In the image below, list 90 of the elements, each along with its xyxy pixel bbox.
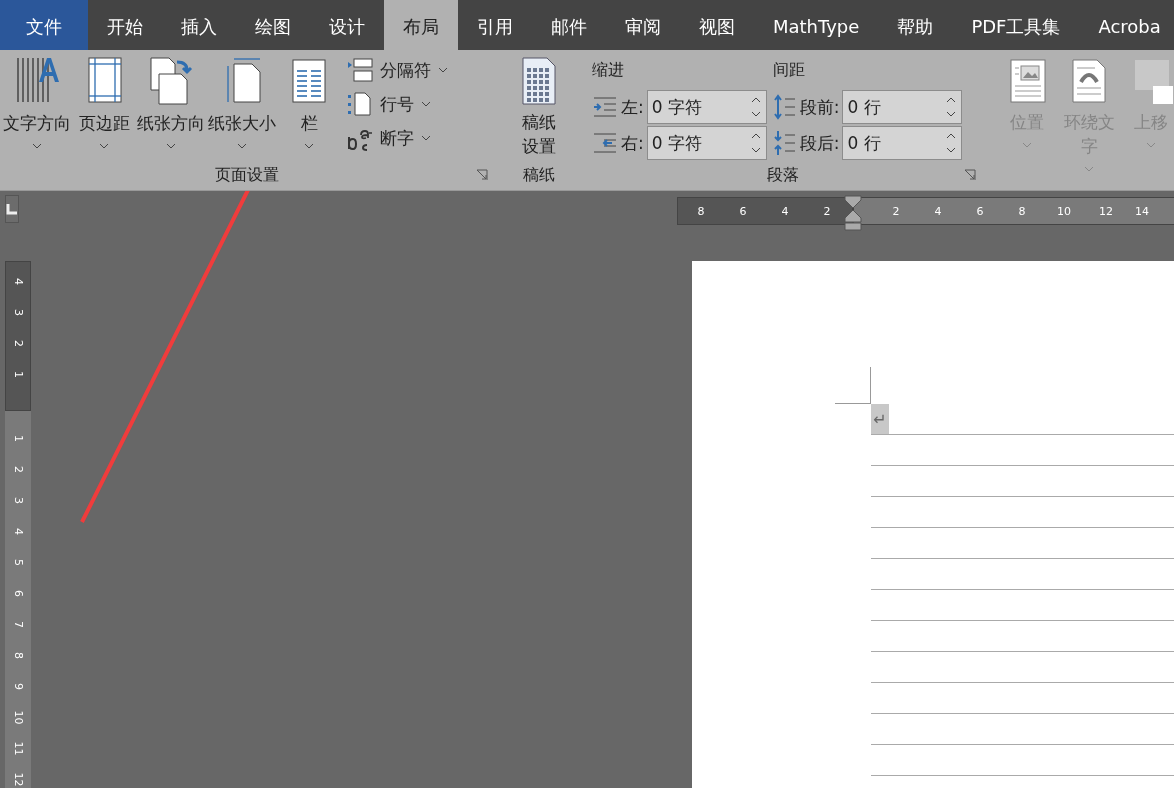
spin-field[interactable]: 0 行	[842, 126, 963, 160]
ruler-number: 11	[10, 741, 26, 756]
field-label: 段后:	[799, 131, 840, 155]
spinner-arrows-icon[interactable]	[749, 131, 762, 155]
group-label: 页面设置	[213, 164, 281, 186]
ruler-number: 6	[975, 204, 985, 218]
ribbon-tab[interactable]: Acroba	[1079, 0, 1174, 50]
ruler-number: 5	[10, 559, 26, 566]
ruler-number: 2	[10, 340, 26, 347]
ruler-number: 2	[891, 204, 901, 218]
ribbon-tab[interactable]: 绘图	[236, 0, 310, 50]
ribbon-tab[interactable]: 开始	[88, 0, 162, 50]
ruler-number: 3	[10, 309, 26, 316]
ruler-number: 6	[738, 204, 748, 218]
line-numbers-icon	[347, 91, 373, 117]
group-label: 段落	[765, 164, 801, 186]
spin-field[interactable]: 0 字符	[646, 126, 767, 160]
ruler-number: 4	[933, 204, 943, 218]
ribbon-tab[interactable]: 视图	[680, 0, 754, 50]
ruler-number: 1	[10, 435, 26, 442]
chevron-down-icon	[32, 143, 42, 149]
section-label: 间距	[772, 60, 806, 81]
ribbon-tab[interactable]: 插入	[162, 0, 236, 50]
chevron-down-icon	[304, 143, 314, 149]
ribbon-tab[interactable]: 布局	[384, 0, 458, 50]
field-label: 右:	[621, 131, 644, 155]
ribbon-tab[interactable]: MathType	[754, 0, 879, 50]
indent-right-icon	[592, 132, 618, 154]
section-label: 缩进	[592, 60, 625, 81]
tab-selector-button[interactable]	[5, 195, 19, 223]
ribbon-button[interactable]: 稿纸 设置	[506, 56, 572, 158]
ruler-number: 7	[10, 621, 26, 628]
ribbon-button[interactable]: 栏	[276, 56, 342, 149]
dialog-launcher-icon[interactable]	[476, 169, 488, 181]
grid-paper-icon	[519, 56, 559, 106]
dialog-launcher-icon[interactable]	[964, 169, 976, 181]
ruler-number: 8	[696, 204, 706, 218]
ribbon-button[interactable]: 断字	[347, 124, 448, 152]
ribbon-button[interactable]: 行号	[347, 90, 448, 118]
chevron-down-icon	[1084, 166, 1094, 172]
spinner-arrows-icon[interactable]	[945, 131, 958, 155]
ruler-number: 9	[10, 683, 26, 690]
ruler-number: 10	[1056, 204, 1072, 218]
ruler-number: 6	[10, 590, 26, 597]
ribbon-tab[interactable]: 帮助	[878, 0, 953, 50]
spin-field[interactable]: 0 行	[842, 90, 963, 124]
ribbon-tab[interactable]: 审阅	[606, 0, 680, 50]
ribbon-button[interactable]: 页边距	[71, 56, 137, 149]
ruler-number: 8	[1017, 204, 1027, 218]
chevron-down-icon	[421, 101, 431, 107]
ribbon-tab[interactable]: 邮件	[532, 0, 606, 50]
indent-left-icon	[592, 96, 618, 118]
chevron-down-icon	[1022, 142, 1032, 148]
chevron-down-icon	[99, 143, 109, 149]
ruler-number: 12	[1098, 204, 1114, 218]
spin-field[interactable]: 0 字符	[646, 90, 767, 124]
indent-marker[interactable]	[844, 195, 862, 231]
field-label: 左:	[621, 95, 644, 119]
left-tab-icon	[6, 203, 18, 215]
ribbon-button[interactable]: 纸张大小	[205, 56, 279, 149]
ribbon-tab[interactable]: PDF工具集	[952, 0, 1080, 50]
ribbon-tab[interactable]: 引用	[458, 0, 532, 50]
ruler-number: 3	[10, 497, 26, 504]
ruler-number: 14	[1134, 204, 1150, 218]
spinner-arrows-icon[interactable]	[945, 95, 958, 119]
ruler-number: 4	[10, 278, 26, 285]
spacing-after-icon	[772, 130, 797, 156]
ruler-number: 10	[10, 710, 26, 725]
ruler-number: 1	[10, 371, 26, 378]
ruler-number: 2	[822, 204, 832, 218]
ruler-number: 4	[10, 528, 26, 535]
breaks-icon	[347, 57, 373, 83]
ruler-number: 2	[10, 466, 26, 473]
ruler-number: 8	[10, 652, 26, 659]
chevron-down-icon	[237, 143, 247, 149]
chevron-down-icon	[166, 143, 176, 149]
ribbon-button[interactable]: 分隔符	[347, 56, 448, 84]
chevron-down-icon	[421, 135, 431, 141]
spinner-arrows-icon[interactable]	[749, 95, 762, 119]
field-label: 段前:	[799, 95, 840, 119]
ruler-number: 4	[780, 204, 790, 218]
ribbon-button[interactable]: 文字方向	[0, 56, 74, 149]
ribbon-button[interactable]: 纸张方向	[134, 56, 208, 149]
ruler-number: 12	[10, 772, 26, 787]
chevron-down-icon	[1146, 142, 1156, 148]
paragraph-mark: ↵	[871, 404, 889, 434]
ribbon-tab[interactable]: 文件	[0, 0, 88, 50]
spacing-before-icon	[772, 94, 797, 120]
chevron-down-icon	[438, 67, 448, 73]
ribbon-tab[interactable]: 设计	[310, 0, 384, 50]
